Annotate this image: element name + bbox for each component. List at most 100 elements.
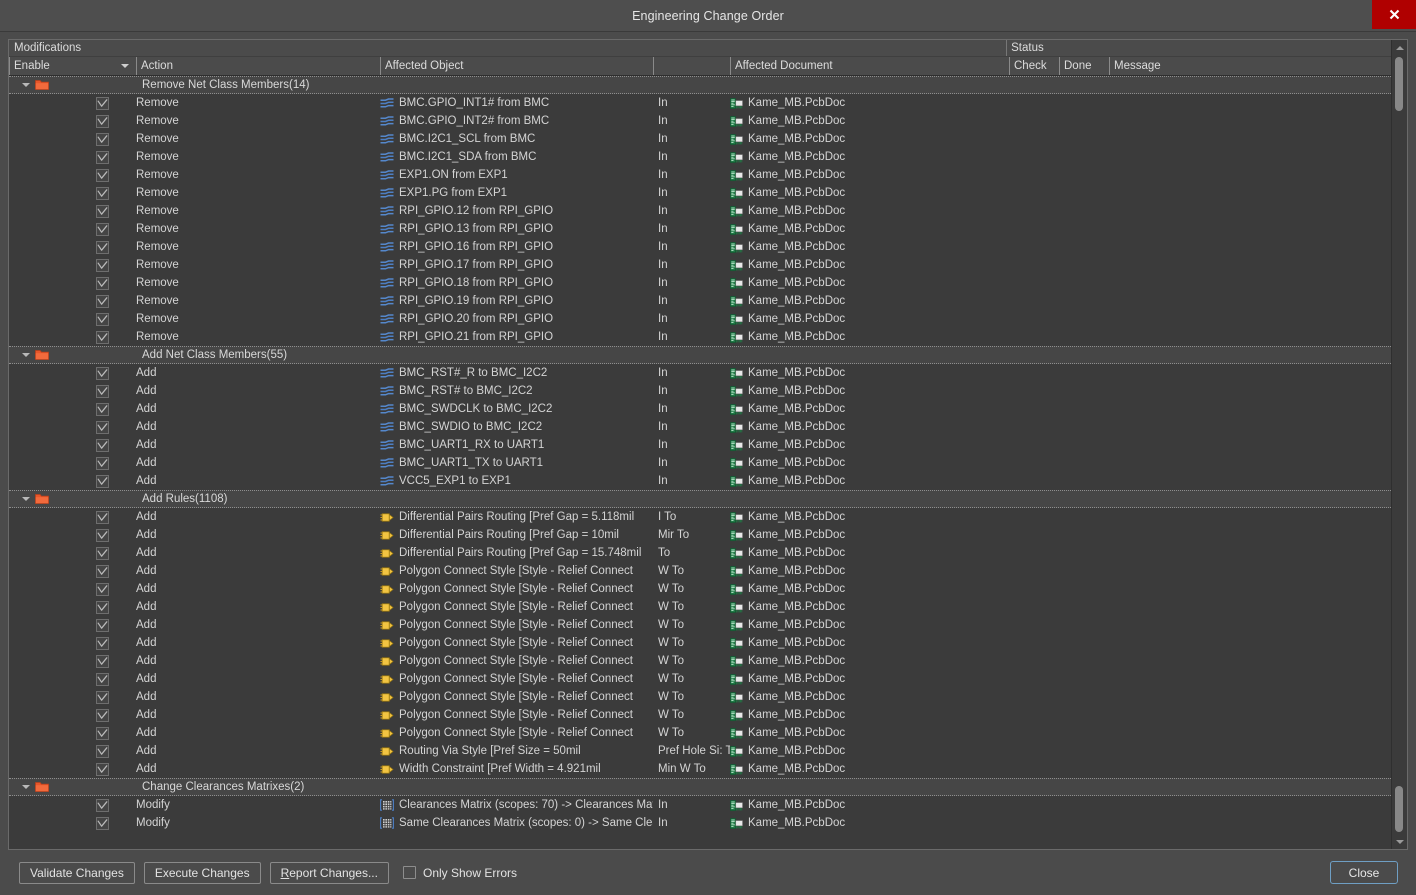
table-row[interactable]: AddBMC_UART1_RX to UART1InKame_MB.PcbDoc [9,436,1391,454]
table-row[interactable]: AddRouting Via Style [Pref Size = 50milP… [9,742,1391,760]
table-row[interactable]: RemoveRPI_GPIO.19 from RPI_GPIOInKame_MB… [9,292,1391,310]
enable-checkbox[interactable] [96,223,109,236]
close-button[interactable]: Close [1330,861,1398,884]
enable-checkbox[interactable] [96,709,109,722]
expand-collapse-icon[interactable] [21,495,30,504]
table-row[interactable]: AddPolygon Connect Style [Style - Relief… [9,598,1391,616]
table-row[interactable]: AddPolygon Connect Style [Style - Relief… [9,652,1391,670]
close-icon-button[interactable] [1372,0,1416,29]
table-row[interactable]: RemoveBMC.GPIO_INT1# from BMCInKame_MB.P… [9,94,1391,112]
table-row[interactable]: ModifySame Clearances Matrix (scopes: 0)… [9,814,1391,832]
enable-checkbox[interactable] [96,385,109,398]
table-row[interactable]: AddPolygon Connect Style [Style - Relief… [9,706,1391,724]
enable-checkbox[interactable] [96,277,109,290]
enable-checkbox[interactable] [96,583,109,596]
table-row[interactable]: RemoveRPI_GPIO.13 from RPI_GPIOInKame_MB… [9,220,1391,238]
column-header-message[interactable]: Message [1109,57,1379,75]
enable-checkbox[interactable] [96,115,109,128]
table-row[interactable]: RemoveEXP1.ON from EXP1InKame_MB.PcbDoc [9,166,1391,184]
vertical-scrollbar[interactable] [1391,40,1407,849]
table-row[interactable]: AddPolygon Connect Style [Style - Relief… [9,580,1391,598]
table-row[interactable]: ModifyClearances Matrix (scopes: 70) -> … [9,796,1391,814]
table-row[interactable]: AddPolygon Connect Style [Style - Relief… [9,562,1391,580]
enable-checkbox[interactable] [96,655,109,668]
enable-checkbox[interactable] [96,727,109,740]
scroll-up-button[interactable] [1392,40,1407,55]
only-show-errors-box[interactable] [403,866,416,879]
table-row[interactable]: RemoveRPI_GPIO.17 from RPI_GPIOInKame_MB… [9,256,1391,274]
group-row[interactable]: Add Rules(1108) [9,490,1391,508]
table-row[interactable]: AddPolygon Connect Style [Style - Relief… [9,724,1391,742]
scrollbar-track[interactable] [1392,55,1407,834]
enable-checkbox[interactable] [96,151,109,164]
table-row[interactable]: AddBMC_RST#_R to BMC_I2C2InKame_MB.PcbDo… [9,364,1391,382]
table-row[interactable]: AddBMC_RST# to BMC_I2C2InKame_MB.PcbDoc [9,382,1391,400]
column-header-affected-document[interactable]: Affected Document [730,57,1009,75]
enable-checkbox[interactable] [96,259,109,272]
enable-checkbox[interactable] [96,439,109,452]
table-row[interactable]: RemoveRPI_GPIO.18 from RPI_GPIOInKame_MB… [9,274,1391,292]
enable-checkbox[interactable] [96,367,109,380]
enable-checkbox[interactable] [96,529,109,542]
enable-checkbox[interactable] [96,565,109,578]
enable-checkbox[interactable] [96,331,109,344]
column-header-affected-object[interactable]: Affected Object [380,57,653,75]
table-row[interactable]: RemoveRPI_GPIO.16 from RPI_GPIOInKame_MB… [9,238,1391,256]
enable-checkbox[interactable] [96,313,109,326]
scrollbar-thumb-secondary[interactable] [1395,786,1403,832]
enable-checkbox[interactable] [96,97,109,110]
table-row[interactable]: AddDifferential Pairs Routing [Pref Gap … [9,508,1391,526]
execute-changes-button[interactable]: Execute Changes [144,862,261,884]
enable-checkbox[interactable] [96,745,109,758]
enable-checkbox[interactable] [96,403,109,416]
table-row[interactable]: AddWidth Constraint [Pref Width = 4.921m… [9,760,1391,778]
enable-checkbox[interactable] [96,421,109,434]
scrollbar-thumb[interactable] [1395,57,1403,111]
enable-checkbox[interactable] [96,475,109,488]
enable-checkbox[interactable] [96,763,109,776]
table-row[interactable]: AddPolygon Connect Style [Style - Relief… [9,634,1391,652]
enable-checkbox[interactable] [96,187,109,200]
scroll-down-button[interactable] [1392,834,1407,849]
enable-checkbox[interactable] [96,511,109,524]
grid-rows[interactable]: Remove Net Class Members(14)RemoveBMC.GP… [9,76,1391,849]
table-row[interactable]: RemoveRPI_GPIO.12 from RPI_GPIOInKame_MB… [9,202,1391,220]
enable-checkbox[interactable] [96,637,109,650]
enable-checkbox[interactable] [96,133,109,146]
enable-checkbox[interactable] [96,205,109,218]
table-row[interactable]: RemoveBMC.I2C1_SDA from BMCInKame_MB.Pcb… [9,148,1391,166]
enable-checkbox[interactable] [96,673,109,686]
enable-checkbox[interactable] [96,295,109,308]
enable-checkbox[interactable] [96,799,109,812]
group-row[interactable]: Remove Net Class Members(14) [9,76,1391,94]
column-header-action[interactable]: Action [136,57,380,75]
table-row[interactable]: RemoveRPI_GPIO.20 from RPI_GPIOInKame_MB… [9,310,1391,328]
column-header-check[interactable]: Check [1009,57,1059,75]
enable-checkbox[interactable] [96,241,109,254]
table-row[interactable]: RemoveBMC.I2C1_SCL from BMCInKame_MB.Pcb… [9,130,1391,148]
validate-changes-button[interactable]: Validate Changes [19,862,135,884]
expand-collapse-icon[interactable] [21,783,30,792]
chevron-down-icon[interactable] [121,64,129,68]
enable-checkbox[interactable] [96,169,109,182]
table-row[interactable]: RemoveRPI_GPIO.21 from RPI_GPIOInKame_MB… [9,328,1391,346]
column-header-in[interactable] [653,57,730,75]
enable-checkbox[interactable] [96,547,109,560]
enable-checkbox[interactable] [96,601,109,614]
enable-checkbox[interactable] [96,817,109,830]
table-row[interactable]: AddBMC_UART1_TX to UART1InKame_MB.PcbDoc [9,454,1391,472]
table-row[interactable]: AddPolygon Connect Style [Style - Relief… [9,688,1391,706]
table-row[interactable]: AddDifferential Pairs Routing [Pref Gap … [9,544,1391,562]
column-header-enable[interactable]: Enable [9,57,136,75]
enable-checkbox[interactable] [96,457,109,470]
column-header-done[interactable]: Done [1059,57,1109,75]
expand-collapse-icon[interactable] [21,81,30,90]
table-row[interactable]: AddBMC_SWDCLK to BMC_I2C2InKame_MB.PcbDo… [9,400,1391,418]
table-row[interactable]: RemoveEXP1.PG from EXP1InKame_MB.PcbDoc [9,184,1391,202]
enable-checkbox[interactable] [96,619,109,632]
table-row[interactable]: AddBMC_SWDIO to BMC_I2C2InKame_MB.PcbDoc [9,418,1391,436]
table-row[interactable]: AddPolygon Connect Style [Style - Relief… [9,670,1391,688]
expand-collapse-icon[interactable] [21,351,30,360]
group-row[interactable]: Add Net Class Members(55) [9,346,1391,364]
enable-checkbox[interactable] [96,691,109,704]
